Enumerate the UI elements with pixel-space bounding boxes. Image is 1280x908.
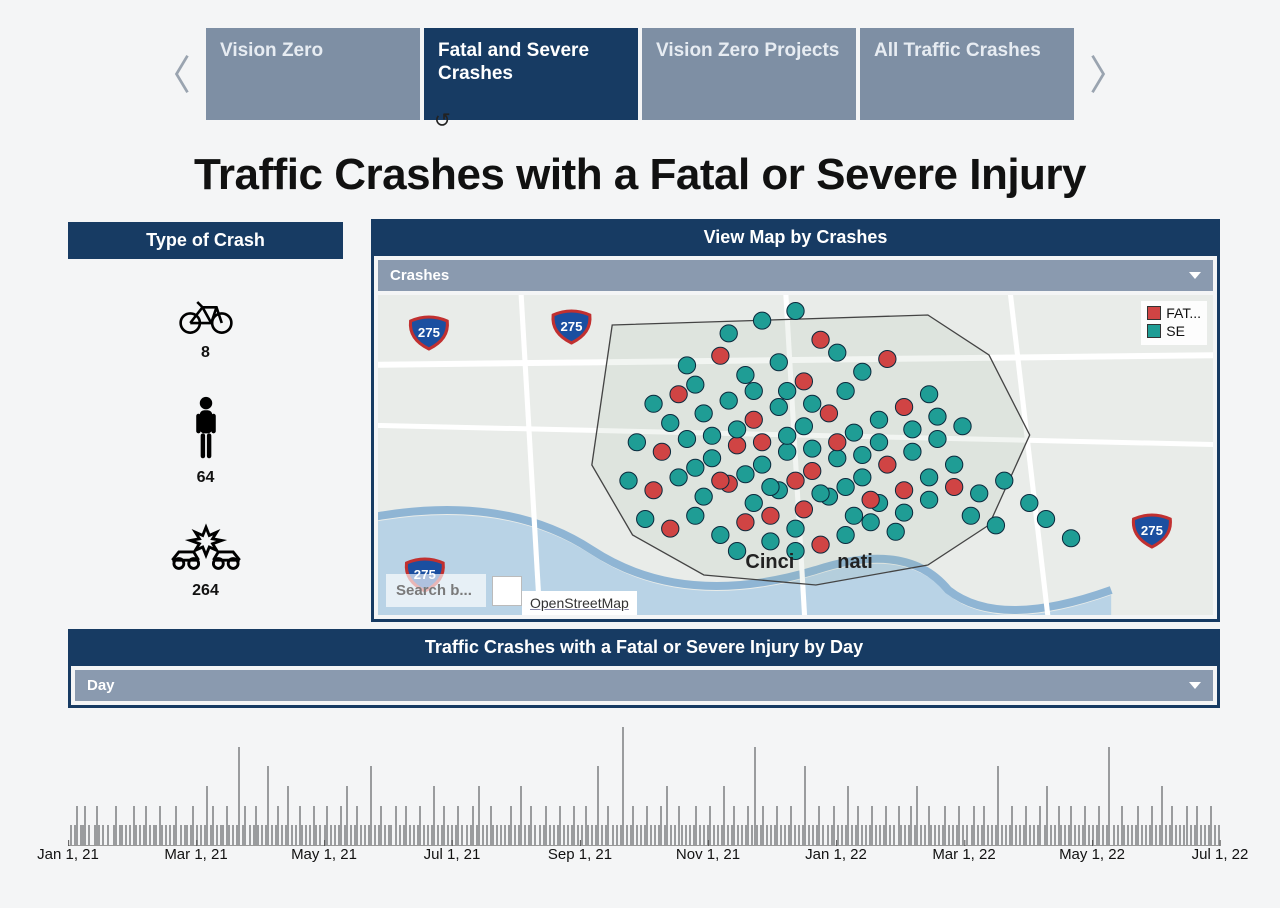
type-pedestrian[interactable]: 64 — [186, 396, 226, 487]
map[interactable]: 275 275 275 275 Cinci nati FAT... SE — [378, 295, 1213, 615]
type-header: Type of Crash — [68, 222, 343, 259]
vehicle-crash-icon — [169, 521, 243, 578]
type-count: 264 — [192, 582, 219, 600]
tab-strip: Vision Zero Fatal and Severe Crashes Vis… — [0, 0, 1280, 120]
map-legend: FAT... SE — [1141, 301, 1207, 345]
refresh-icon[interactable]: ↺ — [434, 108, 451, 133]
type-count: 8 — [201, 344, 210, 362]
bike-icon — [178, 297, 234, 340]
dropdown-label: Crashes — [390, 267, 449, 284]
tab-all-crashes[interactable]: All Traffic Crashes — [860, 28, 1074, 120]
map-dropdown[interactable]: Crashes — [378, 260, 1213, 291]
tab-label: Vision Zero Projects — [656, 40, 839, 63]
dropdown-label: Day — [87, 677, 115, 694]
tab-vz-projects[interactable]: Vision Zero Projects — [642, 28, 856, 120]
pedestrian-icon — [186, 396, 226, 465]
timeline-panel: Traffic Crashes with a Fatal or Severe I… — [68, 632, 1220, 708]
map-panel: View Map by Crashes Crashes 275 — [371, 222, 1220, 622]
map-canvas: 275 275 275 275 — [378, 295, 1213, 615]
svg-text:275: 275 — [418, 325, 440, 340]
chevron-down-icon — [1189, 272, 1201, 279]
timeline-dropdown[interactable]: Day — [75, 670, 1213, 701]
map-header: View Map by Crashes — [371, 219, 1220, 256]
tab-label: Vision Zero — [220, 40, 323, 63]
type-bike[interactable]: 8 — [178, 297, 234, 362]
map-search: Search b... — [386, 574, 522, 607]
page-title: Traffic Crashes with a Fatal or Severe I… — [0, 150, 1280, 200]
map-search-button[interactable] — [492, 576, 522, 606]
legend-label: FAT... — [1166, 305, 1201, 321]
map-search-input[interactable]: Search b... — [386, 574, 486, 607]
legend-swatch-severe — [1147, 324, 1161, 338]
map-attribution[interactable]: OpenStreetMap — [522, 591, 637, 615]
timeline-chart[interactable]: Jan 1, 21Mar 1, 21May 1, 21Jul 1, 21Sep … — [68, 726, 1220, 872]
legend-label: SE — [1166, 323, 1185, 339]
chevron-down-icon — [1189, 682, 1201, 689]
tab-vision-zero[interactable]: Vision Zero — [206, 28, 420, 120]
prev-arrow[interactable] — [162, 34, 202, 114]
legend-swatch-fatal — [1147, 306, 1161, 320]
type-count: 64 — [197, 469, 215, 487]
type-vehicle[interactable]: 264 — [169, 521, 243, 600]
next-arrow[interactable] — [1078, 34, 1118, 114]
tab-label: Fatal and Severe Crashes — [438, 40, 624, 86]
svg-text:275: 275 — [560, 319, 582, 334]
type-of-crash-panel: Type of Crash 8 — [68, 222, 343, 622]
timeline-header: Traffic Crashes with a Fatal or Severe I… — [68, 629, 1220, 666]
svg-text:275: 275 — [1141, 523, 1163, 538]
tab-label: All Traffic Crashes — [874, 40, 1041, 63]
tab-fatal-severe[interactable]: Fatal and Severe Crashes — [424, 28, 638, 120]
